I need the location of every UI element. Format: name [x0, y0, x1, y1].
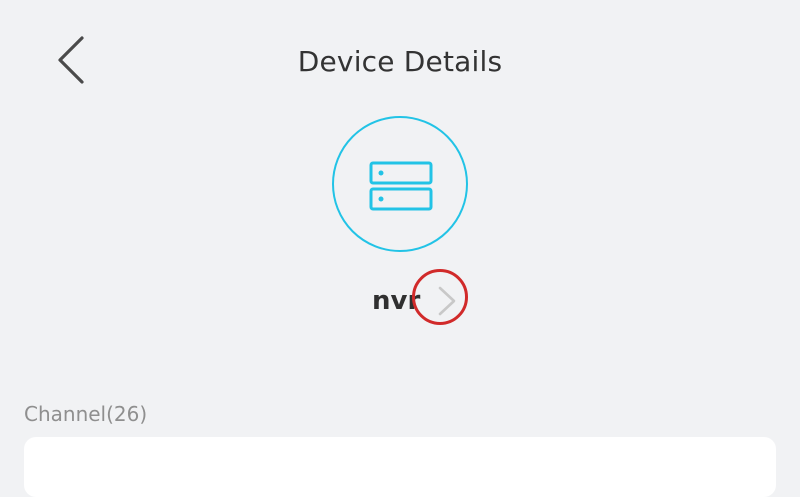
channel-list-card: [24, 437, 776, 497]
device-name: nvr: [372, 286, 421, 316]
server-icon: [369, 161, 433, 211]
header: Device Details: [0, 0, 800, 120]
edit-name-button[interactable]: [434, 282, 460, 320]
device-name-row: nvr: [372, 281, 482, 321]
device-avatar: [332, 116, 468, 252]
channel-section-label: Channel(26): [24, 402, 148, 426]
page-title: Device Details: [297, 45, 503, 78]
chevron-right-icon: [438, 286, 456, 316]
